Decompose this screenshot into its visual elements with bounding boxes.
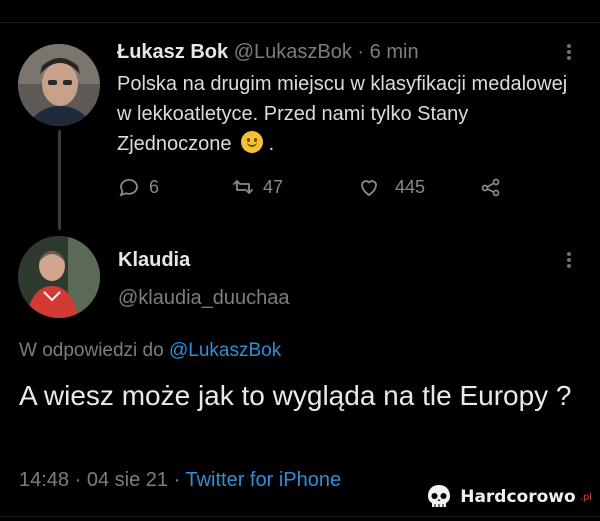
reply-action[interactable]: 6 [117, 175, 159, 199]
skull-logo-icon [428, 485, 451, 507]
more-icon[interactable] [566, 42, 572, 62]
retweet-icon [233, 180, 253, 194]
meta-separator: · [74, 469, 82, 491]
watermark: Hardcorowo .pl [424, 482, 592, 512]
replying-prefix: W odpowiedzi do [19, 340, 164, 361]
like-count: 445 [395, 176, 426, 197]
tweet-text-end: . [268, 133, 275, 155]
like-action[interactable]: 445 [357, 175, 425, 199]
comment-icon [119, 178, 138, 197]
heart-icon [361, 180, 377, 197]
avatar-lukasz[interactable] [18, 44, 100, 126]
more-icon[interactable] [566, 250, 572, 270]
tweet-text-block: Polska na drugim miejscu w klasyfikacji … [117, 69, 577, 159]
top-divider [0, 22, 600, 23]
share-action[interactable] [479, 175, 503, 199]
reply-text: A wiesz może jak to wygląda na tle Europ… [19, 380, 572, 411]
time-ago[interactable]: 6 min [370, 41, 419, 63]
reply-time[interactable]: 14:48 [19, 469, 69, 491]
reply-author-handle[interactable]: @klaudia_duuchaa [118, 287, 290, 310]
retweet-action[interactable]: 47 [231, 175, 283, 199]
share-icon [481, 178, 500, 197]
meta-separator: · [173, 469, 181, 491]
avatar-klaudia[interactable] [18, 236, 100, 318]
author-handle[interactable]: @LukaszBok [234, 41, 352, 63]
tweet-text: Polska na drugim miejscu w klasyfikacji … [117, 73, 568, 155]
reply-author-name[interactable]: Klaudia [118, 249, 190, 272]
source-link[interactable]: Twitter for iPhone [185, 469, 341, 491]
separator: · [357, 41, 365, 63]
thread-connector [58, 130, 61, 230]
watermark-text: Hardcorowo [460, 487, 576, 507]
reply-meta: 14:48 · 04 sie 21 · Twitter for iPhone [19, 469, 341, 492]
retweet-count: 47 [263, 176, 284, 197]
replying-handle-link[interactable]: @LukaszBok [169, 340, 281, 361]
tweet-header: Łukasz Bok @LukaszBok · 6 min [117, 41, 419, 64]
replying-to: W odpowiedzi do @LukaszBok [19, 340, 281, 362]
bottom-divider [0, 516, 600, 517]
reply-count: 6 [149, 176, 160, 197]
author-name[interactable]: Łukasz Bok [117, 41, 228, 63]
smile-emoji-icon [241, 131, 264, 153]
watermark-suffix: .pl [579, 491, 592, 503]
tweet-actions: 6 47 445 [117, 175, 537, 199]
reply-date[interactable]: 04 sie 21 [87, 469, 168, 491]
